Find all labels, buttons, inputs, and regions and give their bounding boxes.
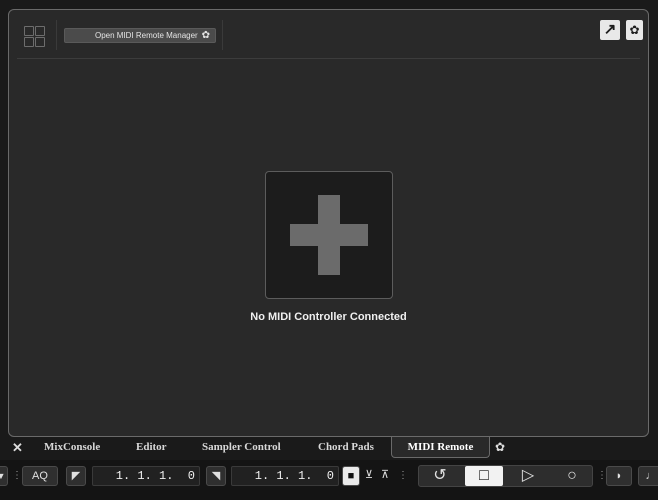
drag-handle[interactable]: ⋮ bbox=[398, 469, 408, 483]
cycle-icon[interactable]: ↺ bbox=[421, 466, 459, 486]
click-icon[interactable]: ♩ bbox=[638, 466, 658, 486]
arrow-up-right-icon[interactable]: ↗ bbox=[600, 20, 620, 40]
tab-editor[interactable]: Editor bbox=[136, 441, 167, 453]
open-midi-remote-manager-button[interactable]: Open MIDI Remote Manager ✿ bbox=[64, 28, 216, 43]
toolbar-divider bbox=[56, 20, 57, 50]
tab-midi-remote[interactable]: MIDI Remote bbox=[391, 437, 490, 458]
toolbar-separator bbox=[17, 58, 640, 59]
open-midi-remote-manager-label: Open MIDI Remote Manager bbox=[95, 31, 198, 40]
metronome-icon[interactable]: ◗ bbox=[606, 466, 632, 486]
tab-mixconsole[interactable]: MixConsole bbox=[44, 441, 100, 453]
right-locator-icon[interactable]: ◥ bbox=[206, 466, 226, 486]
add-controller-button[interactable] bbox=[265, 171, 393, 299]
gear-icon[interactable]: ✿ bbox=[495, 440, 505, 454]
punch-out-icon[interactable]: ⊼ bbox=[378, 466, 392, 486]
tab-sampler-control[interactable]: Sampler Control bbox=[202, 441, 281, 453]
midi-remote-panel: Open MIDI Remote Manager ✿ ↗ ✿ No MIDI C… bbox=[8, 9, 649, 437]
panel-toolbar: Open MIDI Remote Manager ✿ ↗ ✿ bbox=[9, 10, 648, 58]
close-icon[interactable]: ✕ bbox=[12, 440, 23, 456]
left-locator-icon[interactable]: ◤ bbox=[66, 466, 86, 486]
gear-icon[interactable]: ✿ bbox=[626, 20, 643, 40]
right-locator-field[interactable]: 1. 1. 1. 0 bbox=[231, 466, 339, 486]
lower-zone-tab-bar: ✕ MixConsole Editor Sampler Control Chor… bbox=[0, 437, 658, 458]
left-locator-field[interactable]: 1. 1. 1. 0 bbox=[92, 466, 200, 486]
no-controller-status: No MIDI Controller Connected bbox=[250, 311, 407, 323]
chevron-down-icon[interactable]: ▼ bbox=[0, 466, 8, 486]
tab-chord-pads[interactable]: Chord Pads bbox=[318, 441, 374, 453]
aq-button[interactable]: AQ bbox=[22, 466, 58, 486]
record-button[interactable]: ○ bbox=[553, 466, 591, 486]
gear-icon: ✿ bbox=[201, 30, 210, 41]
lock-icon[interactable]: ■ bbox=[342, 466, 360, 486]
grid-icon[interactable] bbox=[23, 25, 45, 47]
toolbar-divider bbox=[222, 20, 223, 50]
play-button[interactable]: ▷ bbox=[509, 466, 547, 486]
transport-controls: ↺ □ ▷ ○ bbox=[418, 465, 593, 487]
drag-handle[interactable]: ⋮ bbox=[12, 469, 22, 483]
punch-in-icon[interactable]: ⊻ bbox=[362, 466, 376, 486]
transport-bar: ▼ ⋮ AQ ◤ 1. 1. 1. 0 ◥ 1. 1. 1. 0 ■ ⊻ ⊼ ⋮… bbox=[0, 460, 658, 500]
stop-button[interactable]: □ bbox=[465, 466, 503, 486]
plus-icon bbox=[290, 224, 368, 246]
